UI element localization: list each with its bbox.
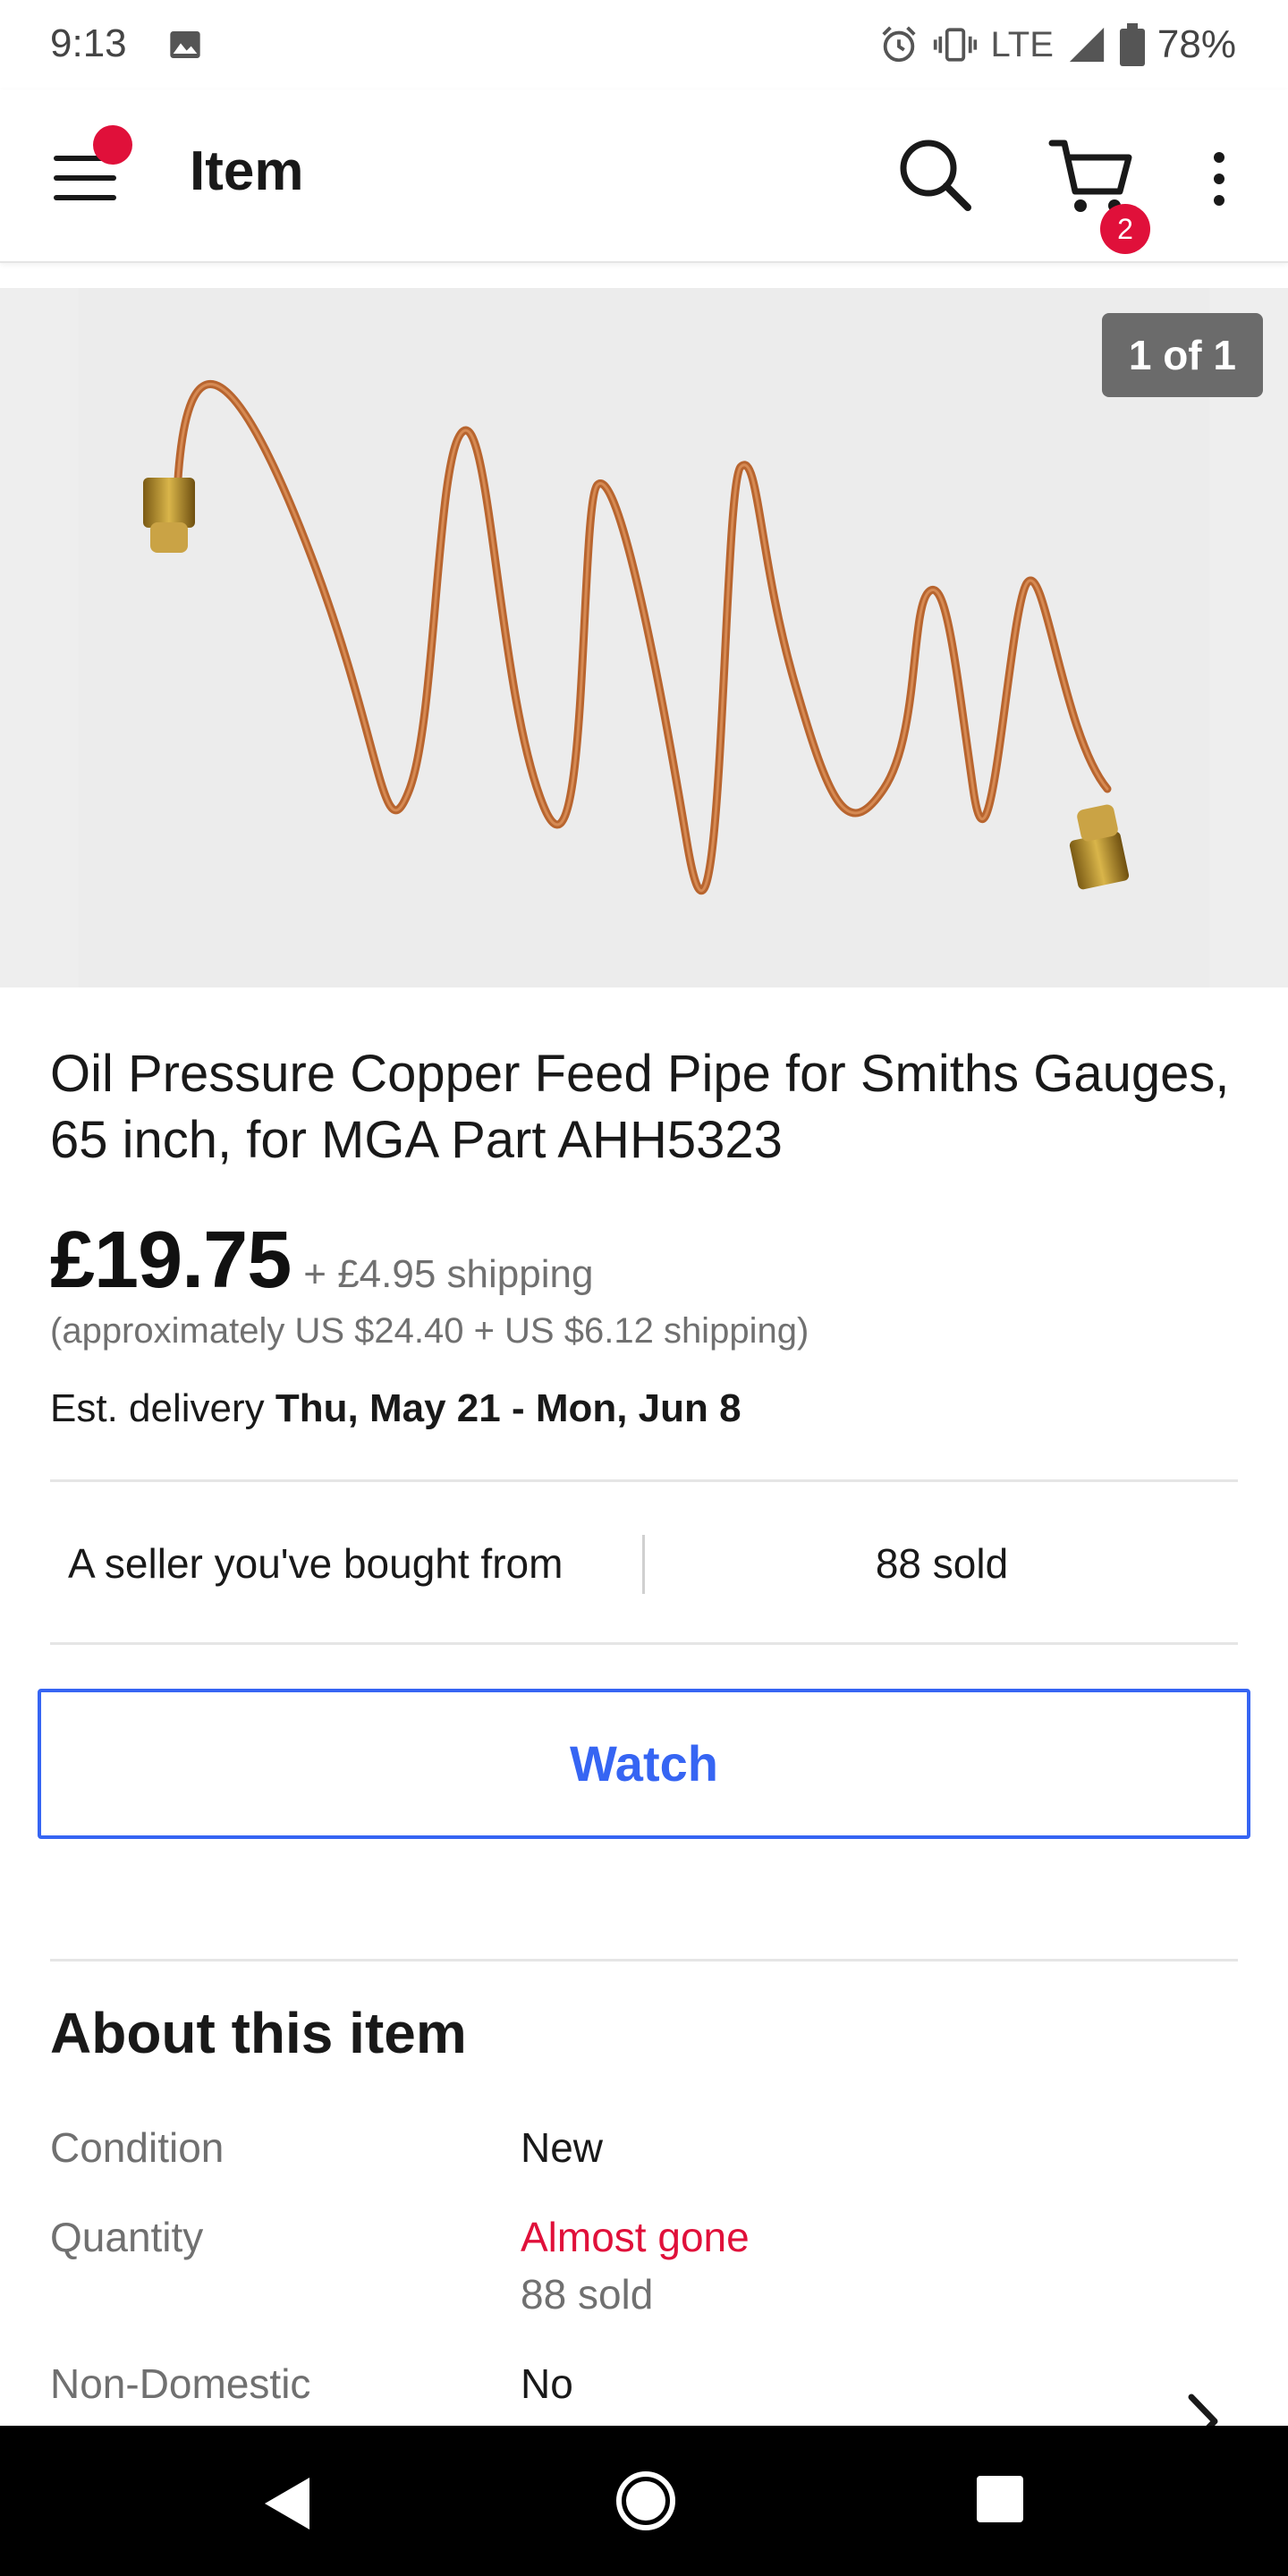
image-counter: 1 of 1 — [1101, 313, 1263, 397]
separator — [642, 1535, 645, 1594]
product-image[interactable] — [79, 288, 1209, 987]
vibrate-icon — [933, 28, 977, 62]
divider — [50, 1642, 1238, 1645]
seller-info-row: A seller you've bought from 88 sold — [50, 1481, 1238, 1646]
battery-icon — [1119, 23, 1145, 66]
item-price: £19.75 — [50, 1216, 292, 1305]
spec-value-quantity: Almost gone — [521, 2214, 750, 2260]
sold-count: 88 sold — [875, 1540, 1009, 1587]
spec-value-non-domestic: No — [521, 2360, 573, 2407]
notification-dot — [93, 125, 132, 165]
status-time: 9:13 — [50, 21, 127, 65]
cart-count-badge: 2 — [1100, 204, 1150, 254]
signal-icon — [1069, 27, 1105, 63]
seller-note: A seller you've bought from — [68, 1540, 564, 1587]
battery-percent: 78% — [1157, 22, 1236, 66]
system-nav-bar — [0, 2426, 1288, 2576]
shipping-cost: + £4.95 shipping — [303, 1252, 594, 1296]
page-title: Item — [190, 140, 304, 202]
status-icons: LTE 78% — [878, 20, 1236, 70]
brass-fitting-right — [1069, 804, 1130, 890]
alarm-icon — [881, 26, 916, 63]
price-row: £19.75 + £4.95 shipping — [50, 1215, 594, 1305]
about-heading: About this item — [50, 2001, 467, 2065]
spec-value-condition: New — [521, 2124, 604, 2171]
search-icon[interactable] — [894, 134, 975, 215]
delivery-dates: Thu, May 21 - Mon, Jun 8 — [275, 1386, 741, 1430]
copper-pipe-image — [143, 380, 1130, 895]
home-icon[interactable] — [614, 2469, 678, 2533]
spec-value-quantity-sold: 88 sold — [521, 2271, 654, 2318]
spec-label-quantity: Quantity — [50, 2214, 204, 2260]
delivery-label: Est. delivery — [50, 1386, 275, 1430]
approximate-price: (approximately US $24.40 + US $6.12 ship… — [50, 1311, 809, 1351]
watch-button[interactable]: Watch — [38, 1689, 1250, 1839]
image-icon — [170, 31, 200, 58]
spec-label-condition: Condition — [50, 2124, 225, 2171]
spec-label-non-domestic: Non-Domestic — [50, 2360, 311, 2407]
more-vert-icon[interactable] — [1199, 143, 1240, 215]
app-bar: Item 2 — [0, 89, 1288, 263]
recents-icon[interactable] — [975, 2474, 1025, 2524]
item-title: Oil Pressure Copper Feed Pipe for Smiths… — [50, 1045, 1230, 1169]
status-bar: 9:13 LTE 78% — [0, 0, 1288, 89]
divider — [50, 1959, 1238, 1962]
estimated-delivery: Est. delivery Thu, May 21 - Mon, Jun 8 — [50, 1386, 741, 1431]
network-type: LTE — [990, 24, 1054, 64]
product-image-gallery[interactable]: 1 of 1 — [0, 288, 1288, 987]
back-icon[interactable] — [258, 2472, 320, 2535]
brass-fitting-left — [143, 478, 195, 553]
